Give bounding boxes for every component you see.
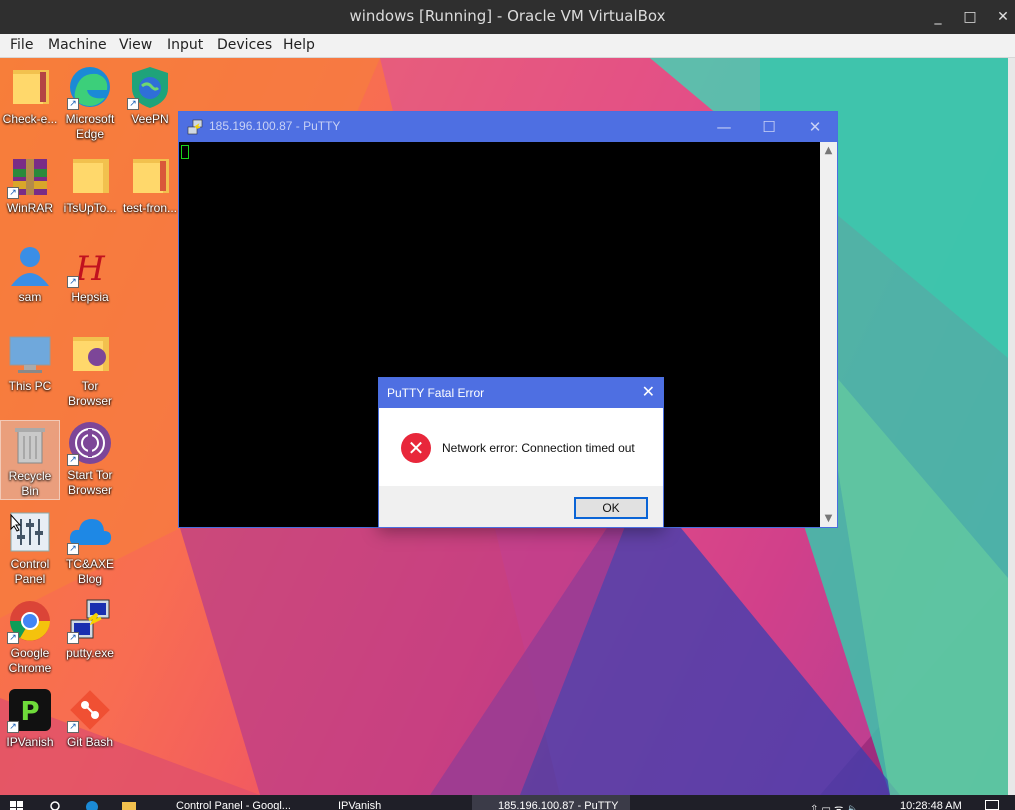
putty-scrollbar[interactable]: ▲ ▼ <box>820 142 837 527</box>
menu-input[interactable]: Input <box>167 37 203 53</box>
desktop-icon-ipvanish[interactable]: P ↗ IPVanish <box>0 687 60 750</box>
host-minimize-button[interactable]: _ <box>925 6 951 28</box>
desktop-icon-tor-browser[interactable]: Tor Browser <box>60 331 120 409</box>
putty-title: 185.196.100.87 - PuTTY <box>209 119 341 133</box>
putty-fatal-error-dialog[interactable]: PuTTY Fatal Error ✕ ✕ Network error: Con… <box>378 377 664 528</box>
computer-icon <box>7 331 53 377</box>
menu-help[interactable]: Help <box>283 37 315 53</box>
dialog-title: PuTTY Fatal Error <box>387 386 485 400</box>
desktop-icon-label: This PC <box>8 379 52 393</box>
hepsia-icon: H ↗ <box>67 242 113 289</box>
edge-icon: ↗ <box>67 64 113 110</box>
desktop-icon-tcaxe-blog[interactable]: ↗ TC&AXE Blog <box>60 509 120 587</box>
host-window-title: windows [Running] - Oracle VM VirtualBox <box>349 7 666 25</box>
dialog-footer: OK <box>379 486 663 527</box>
desktop-icon-label: Recycle Bin <box>8 469 52 498</box>
guest-taskbar: Control Panel - Googl... IPVanish 185.19… <box>0 795 1015 810</box>
desktop-icon-microsoft-edge[interactable]: ↗ Microsoft Edge <box>60 64 120 142</box>
desktop-icon-label: WinRAR <box>6 201 53 215</box>
terminal-cursor <box>181 145 189 159</box>
desktop-icon-label: Microsoft Edge <box>65 112 115 141</box>
desktop-icon-label: test-fron... <box>122 201 178 215</box>
desktop-icon-label: Control Panel <box>10 557 50 586</box>
mouse-pointer-icon <box>10 514 22 532</box>
menu-machine[interactable]: Machine <box>48 37 107 53</box>
desktop-icon-sam[interactable]: sam <box>0 242 60 305</box>
host-menubar: File Machine View Input Devices Help <box>0 34 1015 58</box>
desktop-icon-label: Google Chrome <box>8 646 52 675</box>
desktop-icon-label: sam <box>18 290 42 304</box>
desktop-icon-label: Tor Browser <box>67 379 112 408</box>
winrar-icon: ↗ <box>7 153 53 199</box>
scroll-down-icon[interactable]: ▼ <box>820 510 837 527</box>
search-icon[interactable] <box>50 801 62 810</box>
windows-start-icon[interactable] <box>10 801 24 810</box>
desktop-icon-google-chrome[interactable]: ↗ Google Chrome <box>0 598 60 676</box>
ok-button[interactable]: OK <box>574 497 648 519</box>
menu-file[interactable]: File <box>10 37 33 53</box>
desktop-icon-label: IPVanish <box>6 735 54 749</box>
desktop-icon-check-e[interactable]: Check-e... <box>0 64 60 127</box>
folder-icon <box>67 153 113 199</box>
host-close-button[interactable]: ✕ <box>990 6 1015 28</box>
tor-icon: ↗ <box>67 420 113 466</box>
putty-icon: ↗ <box>67 598 113 644</box>
dialog-message: Network error: Connection timed out <box>442 441 635 455</box>
dialog-body: ✕ Network error: Connection timed out <box>379 408 663 486</box>
folder-icon <box>127 153 173 199</box>
desktop-icon-label: Git Bash <box>66 735 114 749</box>
desktop-icon-recycle-bin[interactable]: Recycle Bin <box>0 420 60 500</box>
menu-view[interactable]: View <box>119 37 152 53</box>
desktop-icon-label: Check-e... <box>2 112 58 126</box>
chrome-icon: ↗ <box>7 598 53 644</box>
putty-titlebar[interactable]: 185.196.100.87 - PuTTY — ☐ ✕ <box>179 112 837 142</box>
desktop-icon-label: Hepsia <box>71 290 109 304</box>
desktop-icon-label: putty.exe <box>66 646 114 660</box>
putty-close-button[interactable]: ✕ <box>800 116 830 138</box>
taskbar-item-ipvanish[interactable]: IPVanish <box>320 795 381 810</box>
desktop-icon-control-panel[interactable]: Control Panel <box>0 509 60 587</box>
desktop-icon-this-pc[interactable]: This PC <box>0 331 60 394</box>
menu-devices[interactable]: Devices <box>217 37 272 53</box>
notification-icon[interactable] <box>985 800 999 810</box>
taskbar-clock[interactable]: 10:28:48 AM <box>900 795 962 810</box>
git-icon: ↗ <box>67 687 113 733</box>
recycle-bin-icon <box>7 421 53 467</box>
desktop-icon-itsupto[interactable]: iTsUpTo... <box>60 153 120 216</box>
desktop-icon-test-fron[interactable]: test-fron... <box>120 153 180 216</box>
svg-text:P: P <box>20 697 39 727</box>
taskbar-item-chrome[interactable]: Control Panel - Googl... <box>158 795 291 810</box>
veepn-icon: ↗ <box>127 64 173 110</box>
host-titlebar: windows [Running] - Oracle VM VirtualBox… <box>0 0 1015 34</box>
error-icon: ✕ <box>401 433 431 463</box>
ipvanish-icon: P ↗ <box>7 687 53 733</box>
cloud-icon: ↗ <box>67 509 113 555</box>
putty-maximize-button[interactable]: ☐ <box>754 116 784 138</box>
edge-taskbar-icon[interactable] <box>86 801 98 810</box>
desktop-icon-hepsia[interactable]: H ↗ Hepsia <box>60 242 120 305</box>
host-vertical-scrollbar[interactable] <box>1008 58 1015 795</box>
desktop-icon-winrar[interactable]: ↗ WinRAR <box>0 153 60 216</box>
system-tray-icons[interactable]: ⇧ ▭ ᯤ 🔈 <box>810 801 859 810</box>
putty-icon <box>187 119 203 135</box>
desktop-icon-putty-exe[interactable]: ↗ putty.exe <box>60 598 120 661</box>
folder-icon <box>67 331 113 377</box>
user-icon <box>7 242 53 288</box>
folder-icon <box>7 64 53 110</box>
scroll-up-icon[interactable]: ▲ <box>820 142 837 159</box>
desktop-icon-git-bash[interactable]: ↗ Git Bash <box>60 687 120 750</box>
desktop-icon-label: iTsUpTo... <box>63 201 117 215</box>
desktop-icon-label: Start Tor Browser <box>67 468 113 497</box>
desktop-icon-start-tor-browser[interactable]: ↗ Start Tor Browser <box>60 420 120 498</box>
desktop-icon-label: TC&AXE Blog <box>65 557 114 586</box>
putty-minimize-button[interactable]: — <box>709 116 739 138</box>
file-explorer-icon[interactable] <box>122 802 136 810</box>
dialog-titlebar[interactable]: PuTTY Fatal Error ✕ <box>379 378 663 408</box>
desktop-icon-veepn[interactable]: ↗ VeePN <box>120 64 180 127</box>
taskbar-item-putty[interactable]: 185.196.100.87 - PuTTY <box>472 795 630 810</box>
desktop-icon-label: VeePN <box>131 112 169 126</box>
host-maximize-button[interactable]: □ <box>957 6 983 28</box>
dialog-close-button[interactable]: ✕ <box>642 382 655 401</box>
